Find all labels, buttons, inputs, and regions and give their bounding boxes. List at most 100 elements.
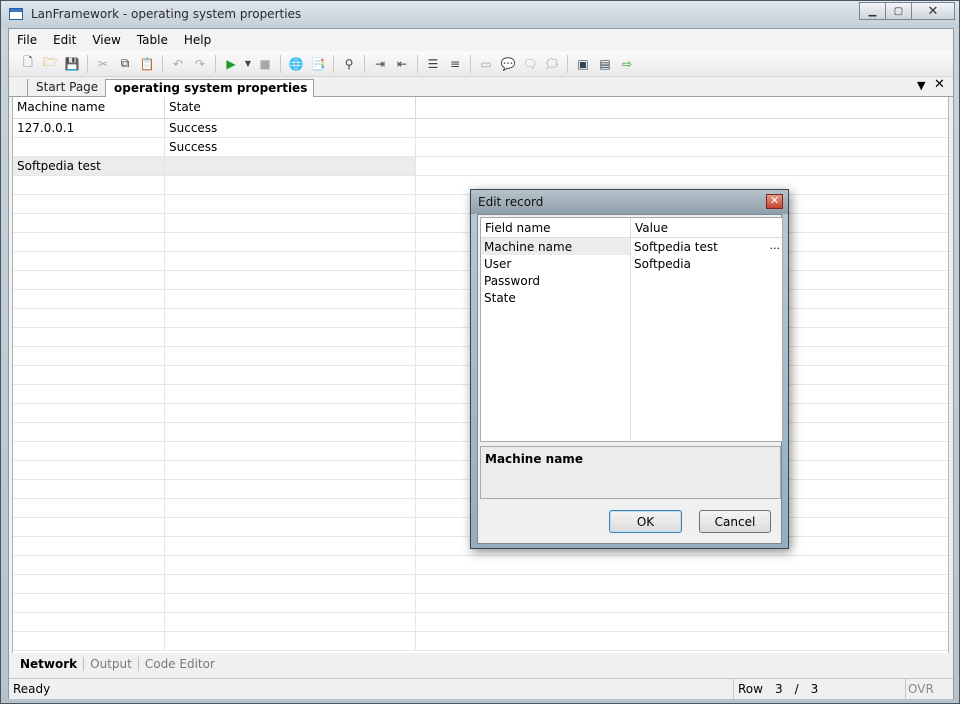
- cell-empty: [165, 271, 416, 289]
- property-name: Machine name: [481, 238, 631, 255]
- minimize-icon[interactable]: ▁: [859, 2, 886, 20]
- cell-empty: [13, 575, 165, 593]
- redo-icon[interactable]: ↷: [189, 54, 211, 74]
- list-icon[interactable]: ☰: [422, 54, 444, 74]
- outdent-icon[interactable]: ⇤: [391, 54, 413, 74]
- cell-empty: [13, 613, 165, 631]
- table-row-selected[interactable]: Softpedia test: [13, 157, 948, 176]
- property-value[interactable]: Softpedia: [631, 255, 782, 272]
- row-current: 3: [774, 682, 783, 696]
- copy-icon[interactable]: ⧉: [114, 54, 136, 74]
- comment-next-icon[interactable]: 🗨: [519, 54, 541, 74]
- cell-empty: [165, 214, 416, 232]
- maximize-icon[interactable]: ▢: [885, 2, 912, 20]
- menu-file[interactable]: File: [17, 33, 37, 47]
- property-value-text[interactable]: Softpedia test: [634, 240, 718, 254]
- document-icon[interactable]: ▤: [594, 54, 616, 74]
- property-value[interactable]: [631, 289, 782, 306]
- cell-empty: [165, 537, 416, 555]
- undo-icon[interactable]: ↶: [167, 54, 189, 74]
- table-row[interactable]: Success: [13, 138, 948, 157]
- export-icon[interactable]: ⇨: [616, 54, 638, 74]
- find-binoculars-icon[interactable]: ⚲: [338, 54, 360, 74]
- menu-view[interactable]: View: [92, 33, 120, 47]
- menu-help[interactable]: Help: [184, 33, 211, 47]
- cut-icon[interactable]: ✂: [92, 54, 114, 74]
- property-name: State: [481, 289, 631, 306]
- tab-code-editor[interactable]: Code Editor: [139, 657, 221, 671]
- cell-state[interactable]: [165, 157, 416, 175]
- row-separator: /: [794, 682, 799, 696]
- list-numbered-icon[interactable]: ≡: [444, 54, 466, 74]
- cancel-button[interactable]: Cancel: [699, 510, 771, 533]
- cell-empty: [165, 404, 416, 422]
- tab-network[interactable]: Network: [18, 657, 85, 671]
- window-controls: ▁ ▢ ✕: [859, 2, 955, 20]
- property-row-machine-name[interactable]: Machine name Softpedia test ...: [481, 238, 782, 255]
- open-folder-icon[interactable]: 🗁: [39, 54, 61, 74]
- property-row-password[interactable]: Password: [481, 272, 782, 289]
- cell-empty: [165, 556, 416, 574]
- cell-empty: [13, 176, 165, 194]
- console-icon[interactable]: ▣: [572, 54, 594, 74]
- menu-edit[interactable]: Edit: [53, 33, 76, 47]
- tab-output[interactable]: Output: [84, 657, 139, 671]
- new-file-icon[interactable]: 🗋: [17, 54, 39, 74]
- property-value[interactable]: [631, 272, 782, 289]
- property-row-user[interactable]: User Softpedia: [481, 255, 782, 272]
- cell-empty: [13, 252, 165, 270]
- edit-record-dialog: Edit record ✕ Field name Value Machine n…: [470, 189, 789, 549]
- title-bar[interactable]: LanFramework - operating system properti…: [1, 1, 959, 28]
- cell-empty: [13, 347, 165, 365]
- toolbar-separator: [87, 54, 88, 73]
- cell-empty: [165, 347, 416, 365]
- save-icon[interactable]: 💾: [61, 54, 83, 74]
- stop-icon[interactable]: ■: [254, 54, 276, 74]
- cell-state[interactable]: Success: [165, 119, 416, 137]
- table-row[interactable]: 127.0.0.1 Success: [13, 119, 948, 138]
- status-bar: Ready Row 3 / 3 OVR: [9, 678, 953, 699]
- close-window-icon[interactable]: ✕: [911, 2, 955, 20]
- box-icon[interactable]: ▭: [475, 54, 497, 74]
- ok-button[interactable]: OK: [609, 510, 682, 533]
- cell-empty: [165, 442, 416, 460]
- toolbar-separator: [470, 54, 471, 73]
- dialog-title-bar[interactable]: Edit record ✕: [471, 190, 788, 214]
- column-header-state[interactable]: State: [165, 97, 416, 119]
- property-row-state[interactable]: State: [481, 289, 782, 306]
- cell-machine-name[interactable]: 127.0.0.1: [13, 119, 165, 137]
- cell-empty: [165, 366, 416, 384]
- table-row-empty: [13, 556, 948, 575]
- network-globe-icon[interactable]: 🌐: [285, 54, 307, 74]
- cell-machine-name[interactable]: Softpedia test: [13, 157, 165, 175]
- indent-icon[interactable]: ⇥: [369, 54, 391, 74]
- tab-operating-system-properties[interactable]: operating system properties: [105, 79, 315, 98]
- comment-icon[interactable]: 💬: [497, 54, 519, 74]
- cell-state[interactable]: Success: [165, 138, 416, 156]
- cell-empty: [416, 613, 948, 631]
- menu-table[interactable]: Table: [137, 33, 168, 47]
- property-grid: Field name Value Machine name Softpedia …: [480, 217, 783, 442]
- tab-start-page[interactable]: Start Page: [27, 79, 104, 97]
- browse-ellipsis-button[interactable]: ...: [770, 239, 781, 252]
- dialog-close-icon[interactable]: ✕: [766, 194, 783, 209]
- window-title: LanFramework - operating system properti…: [31, 7, 302, 21]
- properties-icon[interactable]: 📑: [307, 54, 329, 74]
- run-icon[interactable]: ▶: [220, 54, 242, 74]
- tab-dropdown-icon[interactable]: ▼: [917, 79, 925, 92]
- run-dropdown-icon[interactable]: ▼: [242, 54, 254, 74]
- column-header-machine-name[interactable]: Machine name: [13, 97, 165, 119]
- close-tab-icon[interactable]: ✕: [934, 77, 945, 92]
- cell-empty: [13, 214, 165, 232]
- overwrite-indicator: OVR: [905, 679, 952, 699]
- property-description: Machine name: [480, 446, 781, 499]
- comment-clear-icon[interactable]: 🗯: [541, 54, 563, 74]
- paste-icon[interactable]: 📋: [136, 54, 158, 74]
- property-value[interactable]: Softpedia test ...: [631, 238, 782, 255]
- toolbar: 🗋 🗁 💾 ✂ ⧉ 📋 ↶ ↷ ▶ ▼ ■ 🌐 📑 ⚲ ⇥ ⇤ ☰ ≡ ▭ 💬 …: [9, 51, 953, 77]
- cell-machine-name[interactable]: [13, 138, 165, 156]
- cell-empty: [13, 594, 165, 612]
- cell-empty: [165, 461, 416, 479]
- toolbar-separator: [162, 54, 163, 73]
- cell-empty: [13, 195, 165, 213]
